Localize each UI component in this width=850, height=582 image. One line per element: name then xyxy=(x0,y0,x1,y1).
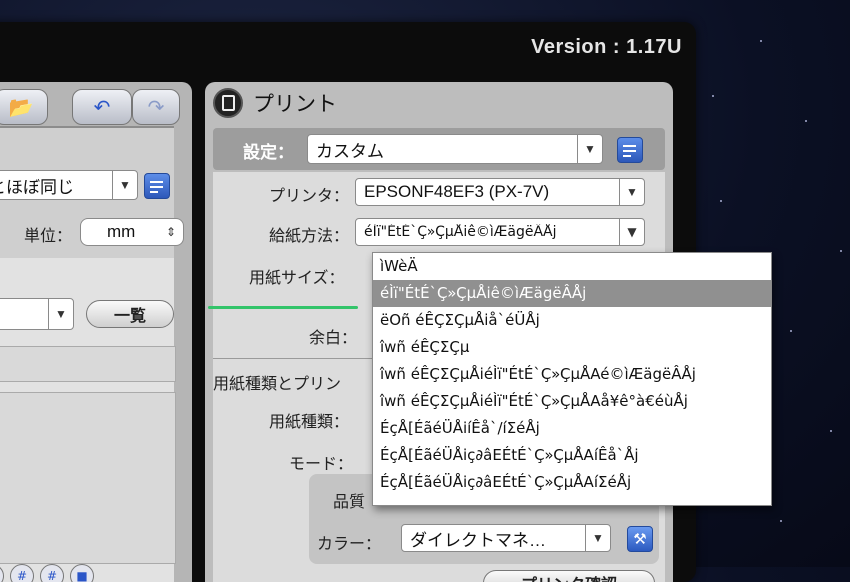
settings-edit-icon[interactable] xyxy=(617,137,643,163)
paper-size-menu: ìWèÄ éÌï"ÉtÉ`Ç»ÇµÅiê©ìÆägëÂÅj ëOñ éÊÇΣÇµ… xyxy=(372,252,772,506)
paper-size-label: 用紙サイズ： xyxy=(249,270,345,287)
folder-icon: 📂 xyxy=(8,95,34,119)
star xyxy=(720,200,722,202)
print-title: プリント xyxy=(253,93,337,116)
menu-item[interactable]: ÉçÅ[ÉãéÜÅiç∂âEÉtÉ`Ç»ÇµÅAíÊå`Åj xyxy=(373,442,771,469)
star xyxy=(805,120,807,122)
preset-dropdown-value: とほぼ同じ xyxy=(0,177,74,197)
wrench-icon[interactable]: ⚒ xyxy=(627,526,653,552)
chevron-down-icon: ▼ xyxy=(619,219,644,245)
menu-item[interactable]: ìWèÄ xyxy=(373,253,771,280)
feed-value: éÌï"ÉtÉ`Ç»ÇµÅiê©ìÆägëÂÅj xyxy=(364,224,557,240)
paper-type-label: 用紙種類： xyxy=(269,414,350,431)
unit-label: 単位： xyxy=(24,228,73,245)
settings-label: 設定： xyxy=(243,143,294,162)
color-label: カラー： xyxy=(317,536,382,553)
undo-icon: ↶ xyxy=(93,95,111,119)
color-value: ダイレクトマネ… xyxy=(410,530,546,550)
chevron-down-icon: ▼ xyxy=(585,525,610,551)
print-panel-header: プリント xyxy=(213,88,337,118)
feed-dropdown[interactable]: éÌï"ÉtÉ`Ç»ÇµÅiê©ìÆägëÂÅj ▼ xyxy=(355,218,645,246)
settings-dropdown[interactable]: カスタム ▼ xyxy=(307,134,603,164)
star xyxy=(830,430,832,432)
left-field xyxy=(0,346,176,382)
star xyxy=(760,40,762,42)
left-panel: 📂 ↶ ↷ とほぼ同じ ▼ 単位： mm ⇕ ▼ 一覧 xyxy=(0,82,192,582)
open-folder-button[interactable]: 📂 xyxy=(0,89,48,125)
chevron-down-icon: ▼ xyxy=(48,299,73,329)
star xyxy=(790,330,792,332)
chevron-down-icon: ▼ xyxy=(112,171,137,199)
feed-label: 給紙方法： xyxy=(269,228,350,245)
left-content-area: ▼ 一覧 xyxy=(0,258,176,582)
menu-item[interactable]: ÉçÅ[ÉãéÜÅiç∂âEÉtÉ`Ç»ÇµÅAíΣéÅj xyxy=(373,469,771,496)
printer-label: プリンタ： xyxy=(269,188,350,205)
star xyxy=(780,520,782,522)
preset-dropdown[interactable]: とほぼ同じ ▼ xyxy=(0,170,138,200)
menu-item[interactable]: ÉçÅ[ÉãéÜÅiíÊå`/íΣéÅj xyxy=(373,415,771,442)
menu-item[interactable]: îwñ éÊÇΣÇµÅiéÌï"ÉtÉ`Ç»ÇµÅAå¥ê°à€éùÅj xyxy=(373,388,771,415)
focus-indicator xyxy=(208,306,358,309)
settings-value: カスタム xyxy=(316,141,384,161)
left-inner-panel: とほぼ同じ ▼ 単位： mm ⇕ ▼ 一覧 xyxy=(0,126,184,582)
star xyxy=(840,250,842,252)
printer-dropdown[interactable]: EPSONF48EF3 (PX-7V) ▼ xyxy=(355,178,645,206)
printer-confirm-button[interactable]: プリンタ確認 xyxy=(483,570,655,582)
list-button[interactable]: 一覧 xyxy=(86,300,174,328)
settings-bar: 設定： カスタム ▼ xyxy=(213,128,665,170)
redo-icon: ↷ xyxy=(147,95,165,119)
left-select[interactable]: ▼ xyxy=(0,298,74,330)
menu-item[interactable]: îwñ éÊÇΣÇµÅiéÌï"ÉtÉ`Ç»ÇµÅAé©ìÆägëÂÅj xyxy=(373,361,771,388)
unit-select[interactable]: mm ⇕ xyxy=(80,218,184,246)
star xyxy=(712,95,714,97)
margin-label: 余白： xyxy=(309,330,358,347)
chevron-down-icon: ▼ xyxy=(619,179,644,205)
preset-edit-icon[interactable] xyxy=(144,173,170,199)
printer-value: EPSONF48EF3 (PX-7V) xyxy=(364,182,550,201)
redo-button[interactable]: ↷ xyxy=(132,89,180,125)
menu-item-selected[interactable]: éÌï"ÉtÉ`Ç»ÇµÅiê©ìÆägëÂÅj xyxy=(373,280,771,307)
collapse-icon[interactable] xyxy=(213,88,243,118)
section-label: 用紙種類とプリン xyxy=(213,376,342,393)
color-dropdown[interactable]: ダイレクトマネ… ▼ xyxy=(401,524,611,552)
left-preview-box xyxy=(0,392,176,564)
stepper-icon: ⇕ xyxy=(165,225,177,239)
mode-label: モード： xyxy=(289,456,354,473)
version-label: Version : 1.17U xyxy=(531,36,682,58)
menu-item[interactable]: ëOñ éÊÇΣÇµÅiå`éÜÅj xyxy=(373,307,771,334)
unit-select-value: mm xyxy=(107,222,136,241)
menu-item[interactable]: îwñ éÊÇΣÇµ xyxy=(373,334,771,361)
quality-label: 品質 xyxy=(333,494,366,511)
chevron-down-icon: ▼ xyxy=(577,135,602,163)
undo-button[interactable]: ↶ xyxy=(72,89,132,125)
